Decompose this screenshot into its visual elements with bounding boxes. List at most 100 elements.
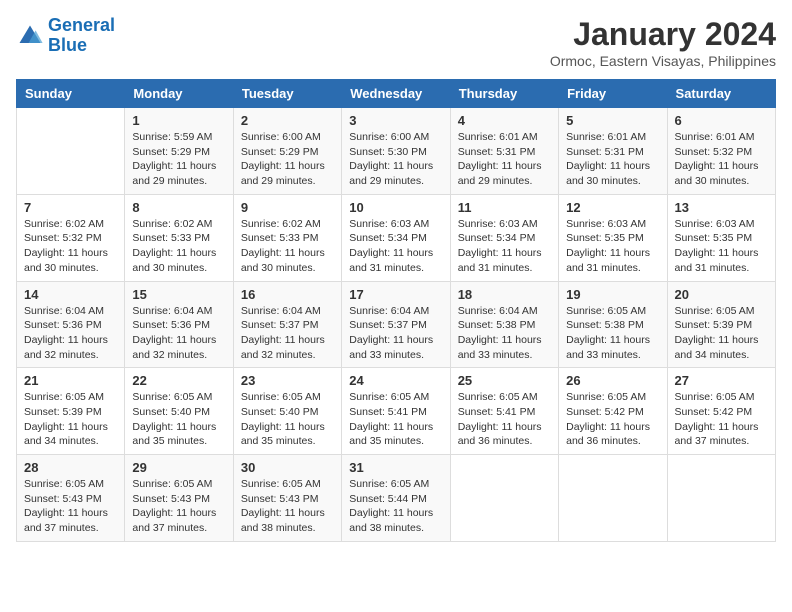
calendar-cell: 22 Sunrise: 6:05 AM Sunset: 5:40 PM Dayli… xyxy=(125,368,233,455)
day-number: 15 xyxy=(132,287,225,302)
cell-content: Sunrise: 6:05 AM Sunset: 5:44 PM Dayligh… xyxy=(349,477,442,536)
calendar-cell: 24Sunrise: 6:05 AM Sunset: 5:41 PM Dayli… xyxy=(342,368,450,455)
day-number: 11 xyxy=(458,200,551,215)
calendar-cell: 13 Sunrise: 6:03 AM Sunset: 5:35 PM Dayli… xyxy=(667,194,775,281)
week-row-3: 14 Sunrise: 6:04 AM Sunset: 5:36 PM Dayli… xyxy=(17,281,776,368)
col-header-thursday: Thursday xyxy=(450,80,558,108)
day-number: 28 xyxy=(24,460,117,475)
col-header-tuesday: Tuesday xyxy=(233,80,341,108)
cell-content: Sunrise: 6:05 AM Sunset: 5:39 PM Dayligh… xyxy=(675,304,768,363)
calendar-cell xyxy=(450,455,558,542)
cell-content: Sunrise: 6:04 AM Sunset: 5:37 PM Dayligh… xyxy=(241,304,334,363)
calendar-cell: 29Sunrise: 6:05 AM Sunset: 5:43 PM Dayli… xyxy=(125,455,233,542)
cell-content: Sunrise: 6:01 AM Sunset: 5:31 PM Dayligh… xyxy=(458,130,551,189)
day-number: 30 xyxy=(241,460,334,475)
cell-content: Sunrise: 5:59 AM Sunset: 5:29 PM Dayligh… xyxy=(132,130,225,189)
calendar-cell: 18 Sunrise: 6:04 AM Sunset: 5:38 PM Dayli… xyxy=(450,281,558,368)
cell-content: Sunrise: 6:04 AM Sunset: 5:37 PM Dayligh… xyxy=(349,304,442,363)
day-number: 31 xyxy=(349,460,442,475)
day-number: 26 xyxy=(566,373,659,388)
cell-content: Sunrise: 6:02 AM Sunset: 5:32 PM Dayligh… xyxy=(24,217,117,276)
cell-content: Sunrise: 6:03 AM Sunset: 5:35 PM Dayligh… xyxy=(566,217,659,276)
week-row-2: 7 Sunrise: 6:02 AM Sunset: 5:32 PM Daylig… xyxy=(17,194,776,281)
day-number: 14 xyxy=(24,287,117,302)
calendar-cell: 3 Sunrise: 6:00 AM Sunset: 5:30 PM Daylig… xyxy=(342,108,450,195)
page-subtitle: Ormoc, Eastern Visayas, Philippines xyxy=(550,53,776,69)
cell-content: Sunrise: 6:05 AM Sunset: 5:43 PM Dayligh… xyxy=(24,477,117,536)
calendar-cell: 28 Sunrise: 6:05 AM Sunset: 5:43 PM Dayli… xyxy=(17,455,125,542)
calendar-cell: 9Sunrise: 6:02 AM Sunset: 5:33 PM Daylig… xyxy=(233,194,341,281)
day-number: 17 xyxy=(349,287,442,302)
col-header-monday: Monday xyxy=(125,80,233,108)
cell-content: Sunrise: 6:05 AM Sunset: 5:39 PM Dayligh… xyxy=(24,390,117,449)
logo-text: General Blue xyxy=(48,16,115,56)
cell-content: Sunrise: 6:05 AM Sunset: 5:43 PM Dayligh… xyxy=(132,477,225,536)
cell-content: Sunrise: 6:03 AM Sunset: 5:34 PM Dayligh… xyxy=(349,217,442,276)
calendar-cell: 8Sunrise: 6:02 AM Sunset: 5:33 PM Daylig… xyxy=(125,194,233,281)
day-number: 21 xyxy=(24,373,117,388)
day-number: 12 xyxy=(566,200,659,215)
cell-content: Sunrise: 6:04 AM Sunset: 5:36 PM Dayligh… xyxy=(24,304,117,363)
calendar-cell: 20Sunrise: 6:05 AM Sunset: 5:39 PM Dayli… xyxy=(667,281,775,368)
day-number: 3 xyxy=(349,113,442,128)
day-number: 1 xyxy=(132,113,225,128)
calendar-cell: 27 Sunrise: 6:05 AM Sunset: 5:42 PM Dayli… xyxy=(667,368,775,455)
calendar-cell: 31 Sunrise: 6:05 AM Sunset: 5:44 PM Dayli… xyxy=(342,455,450,542)
col-header-saturday: Saturday xyxy=(667,80,775,108)
calendar-cell: 5 Sunrise: 6:01 AM Sunset: 5:31 PM Daylig… xyxy=(559,108,667,195)
day-number: 13 xyxy=(675,200,768,215)
cell-content: Sunrise: 6:05 AM Sunset: 5:41 PM Dayligh… xyxy=(458,390,551,449)
calendar-cell: 17 Sunrise: 6:04 AM Sunset: 5:37 PM Dayli… xyxy=(342,281,450,368)
day-number: 27 xyxy=(675,373,768,388)
cell-content: Sunrise: 6:01 AM Sunset: 5:31 PM Dayligh… xyxy=(566,130,659,189)
col-header-friday: Friday xyxy=(559,80,667,108)
cell-content: Sunrise: 6:05 AM Sunset: 5:40 PM Dayligh… xyxy=(241,390,334,449)
logo-line2: Blue xyxy=(48,35,87,55)
calendar-cell: 1 Sunrise: 5:59 AM Sunset: 5:29 PM Daylig… xyxy=(125,108,233,195)
cell-content: Sunrise: 6:00 AM Sunset: 5:30 PM Dayligh… xyxy=(349,130,442,189)
cell-content: Sunrise: 6:01 AM Sunset: 5:32 PM Dayligh… xyxy=(675,130,768,189)
cell-content: Sunrise: 6:05 AM Sunset: 5:43 PM Dayligh… xyxy=(241,477,334,536)
calendar-cell: 16 Sunrise: 6:04 AM Sunset: 5:37 PM Dayli… xyxy=(233,281,341,368)
logo: General Blue xyxy=(16,16,115,56)
day-number: 8 xyxy=(132,200,225,215)
calendar-cell xyxy=(667,455,775,542)
calendar-cell: 2Sunrise: 6:00 AM Sunset: 5:29 PM Daylig… xyxy=(233,108,341,195)
calendar-cell: 10 Sunrise: 6:03 AM Sunset: 5:34 PM Dayli… xyxy=(342,194,450,281)
calendar-cell: 25 Sunrise: 6:05 AM Sunset: 5:41 PM Dayli… xyxy=(450,368,558,455)
day-number: 6 xyxy=(675,113,768,128)
day-number: 18 xyxy=(458,287,551,302)
title-block: January 2024 Ormoc, Eastern Visayas, Phi… xyxy=(550,16,776,69)
calendar-cell xyxy=(17,108,125,195)
cell-content: Sunrise: 6:05 AM Sunset: 5:42 PM Dayligh… xyxy=(675,390,768,449)
day-number: 23 xyxy=(241,373,334,388)
week-row-1: 1 Sunrise: 5:59 AM Sunset: 5:29 PM Daylig… xyxy=(17,108,776,195)
day-number: 25 xyxy=(458,373,551,388)
calendar-cell: 21 Sunrise: 6:05 AM Sunset: 5:39 PM Dayli… xyxy=(17,368,125,455)
cell-content: Sunrise: 6:04 AM Sunset: 5:36 PM Dayligh… xyxy=(132,304,225,363)
header-row: SundayMondayTuesdayWednesdayThursdayFrid… xyxy=(17,80,776,108)
calendar-cell: 19Sunrise: 6:05 AM Sunset: 5:38 PM Dayli… xyxy=(559,281,667,368)
calendar-cell: 15 Sunrise: 6:04 AM Sunset: 5:36 PM Dayli… xyxy=(125,281,233,368)
calendar-table: SundayMondayTuesdayWednesdayThursdayFrid… xyxy=(16,79,776,542)
calendar-cell: 4Sunrise: 6:01 AM Sunset: 5:31 PM Daylig… xyxy=(450,108,558,195)
calendar-cell: 14 Sunrise: 6:04 AM Sunset: 5:36 PM Dayli… xyxy=(17,281,125,368)
logo-line1: General xyxy=(48,15,115,35)
cell-content: Sunrise: 6:05 AM Sunset: 5:42 PM Dayligh… xyxy=(566,390,659,449)
day-number: 16 xyxy=(241,287,334,302)
cell-content: Sunrise: 6:03 AM Sunset: 5:35 PM Dayligh… xyxy=(675,217,768,276)
day-number: 10 xyxy=(349,200,442,215)
calendar-cell: 11Sunrise: 6:03 AM Sunset: 5:34 PM Dayli… xyxy=(450,194,558,281)
cell-content: Sunrise: 6:05 AM Sunset: 5:40 PM Dayligh… xyxy=(132,390,225,449)
page-header: General Blue January 2024 Ormoc, Eastern… xyxy=(16,16,776,69)
day-number: 22 xyxy=(132,373,225,388)
day-number: 7 xyxy=(24,200,117,215)
calendar-cell: 6 Sunrise: 6:01 AM Sunset: 5:32 PM Daylig… xyxy=(667,108,775,195)
week-row-4: 21 Sunrise: 6:05 AM Sunset: 5:39 PM Dayli… xyxy=(17,368,776,455)
calendar-cell: 30 Sunrise: 6:05 AM Sunset: 5:43 PM Dayli… xyxy=(233,455,341,542)
day-number: 19 xyxy=(566,287,659,302)
calendar-cell: 26 Sunrise: 6:05 AM Sunset: 5:42 PM Dayli… xyxy=(559,368,667,455)
cell-content: Sunrise: 6:04 AM Sunset: 5:38 PM Dayligh… xyxy=(458,304,551,363)
col-header-sunday: Sunday xyxy=(17,80,125,108)
day-number: 5 xyxy=(566,113,659,128)
